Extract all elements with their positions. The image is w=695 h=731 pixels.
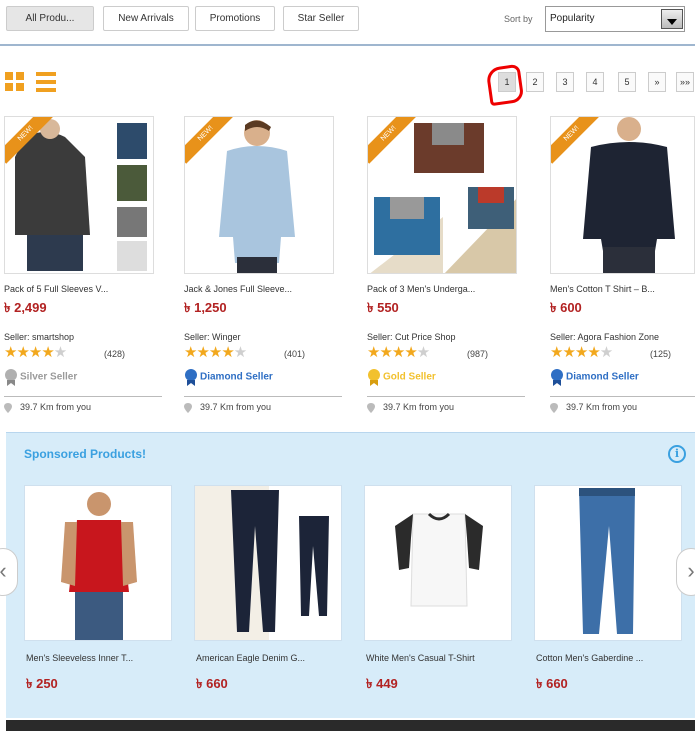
page-4-button[interactable]: 4	[586, 72, 604, 92]
distance: 39.7 Km from you	[550, 402, 637, 413]
next-page-button[interactable]: »	[648, 72, 666, 92]
seller-name[interactable]: Seller: smartshop	[4, 332, 74, 342]
rating-count: (428)	[104, 349, 126, 359]
seller-tier-label: Diamond Seller	[200, 371, 273, 383]
distance-label: 39.7 Km from you	[20, 402, 92, 412]
product-image[interactable]	[24, 485, 172, 641]
star-rating: ★★★★★	[367, 344, 430, 361]
location-pin-icon	[367, 402, 375, 413]
last-page-button[interactable]: »»	[676, 72, 694, 92]
product-card[interactable]: NEW! Men's Cotton T Shirt – B... ৳ 600 S…	[550, 116, 695, 426]
product-price: ৳ 660	[536, 676, 568, 691]
distance-label: 39.7 Km from you	[383, 402, 455, 412]
product-name[interactable]: White Men's Casual T-Shirt	[366, 653, 516, 663]
diamond-medal-icon	[185, 369, 197, 386]
seller-tier-label: Silver Seller	[20, 371, 78, 383]
seller-tier-badge: Diamond Seller	[184, 368, 273, 388]
filter-promotions-button[interactable]: Promotions	[195, 6, 275, 31]
silver-medal-icon	[5, 369, 17, 386]
chevron-down-icon[interactable]	[661, 9, 683, 29]
sponsored-product-card[interactable]: Cotton Men's Gaberdine ... ৳ 660	[534, 485, 682, 705]
seller-name[interactable]: Seller: Winger	[184, 332, 241, 342]
distance-label: 39.7 Km from you	[200, 402, 272, 412]
rating-count: (125)	[650, 349, 672, 359]
carousel-prev-icon[interactable]: ‹	[0, 548, 18, 596]
distance: 39.7 Km from you	[184, 402, 271, 413]
sort-select-value: Popularity	[550, 13, 595, 24]
page-2-button[interactable]: 2	[526, 72, 544, 92]
product-card[interactable]: NEW! Pack of 5 Full Sleeves V... ৳ 2,499…	[4, 116, 164, 426]
star-rating: ★★★★★	[184, 344, 247, 361]
product-image[interactable]	[534, 485, 682, 641]
sponsored-product-card[interactable]: White Men's Casual T-Shirt ৳ 449	[364, 485, 512, 705]
card-divider	[184, 396, 342, 397]
card-divider	[367, 396, 525, 397]
product-price: ৳ 250	[26, 676, 58, 691]
product-image[interactable]	[364, 485, 512, 641]
product-price: ৳ 2,499	[4, 300, 47, 315]
page-5-button[interactable]: 5	[618, 72, 636, 92]
annotation-circle	[485, 63, 525, 107]
location-pin-icon	[4, 402, 12, 413]
pagination: 1 2 3 4 5 » »»	[0, 72, 695, 92]
seller-tier-badge: Diamond Seller	[550, 368, 639, 388]
product-name[interactable]: Cotton Men's Gaberdine ...	[536, 653, 686, 663]
product-image[interactable]: NEW!	[184, 116, 334, 274]
card-divider	[550, 396, 695, 397]
distance: 39.7 Km from you	[4, 402, 91, 413]
sort-select[interactable]: Popularity	[545, 6, 685, 32]
product-price: ৳ 550	[367, 300, 399, 315]
sponsored-products-section: Sponsored Products! i Men's Sleeveless I…	[6, 432, 695, 718]
product-price: ৳ 449	[366, 676, 398, 691]
product-name[interactable]: Men's Sleeveless Inner T...	[26, 653, 176, 663]
location-pin-icon	[550, 402, 558, 413]
product-image[interactable]	[194, 485, 342, 641]
product-name[interactable]: American Eagle Denim G...	[196, 653, 346, 663]
product-image[interactable]: NEW!	[367, 116, 517, 274]
seller-tier-badge: Silver Seller	[4, 368, 77, 388]
star-rating: ★★★★★	[550, 344, 613, 361]
sponsored-product-card[interactable]: American Eagle Denim G... ৳ 660	[194, 485, 342, 705]
sort-by-label: Sort by	[504, 14, 533, 24]
product-price: ৳ 1,250	[184, 300, 227, 315]
sponsored-title: Sponsored Products!	[24, 447, 147, 461]
filter-new-arrivals-button[interactable]: New Arrivals	[103, 6, 189, 31]
product-name[interactable]: Pack of 3 Men's Underga...	[367, 284, 525, 294]
product-card[interactable]: NEW! Jack & Jones Full Sleeve... ৳ 1,250…	[184, 116, 344, 426]
page-3-button[interactable]: 3	[556, 72, 574, 92]
product-price: ৳ 660	[196, 676, 228, 691]
info-icon[interactable]: i	[668, 445, 686, 463]
distance-label: 39.7 Km from you	[566, 402, 638, 412]
card-divider	[4, 396, 162, 397]
carousel-next-icon[interactable]: ›	[676, 548, 695, 596]
filter-star-seller-button[interactable]: Star Seller	[283, 6, 359, 31]
filter-bar: All Produ... New Arrivals Promotions Sta…	[0, 0, 695, 46]
diamond-medal-icon	[551, 369, 563, 386]
seller-tier-badge: Gold Seller	[367, 368, 436, 388]
product-name[interactable]: Pack of 5 Full Sleeves V...	[4, 284, 162, 294]
star-rating: ★★★★★	[4, 344, 67, 361]
rating-count: (987)	[467, 349, 489, 359]
location-pin-icon	[184, 402, 192, 413]
gold-medal-icon	[368, 369, 380, 386]
product-image[interactable]: NEW!	[4, 116, 154, 274]
product-image[interactable]: NEW!	[550, 116, 695, 274]
distance: 39.7 Km from you	[367, 402, 454, 413]
product-name[interactable]: Jack & Jones Full Sleeve...	[184, 284, 342, 294]
seller-name[interactable]: Seller: Cut Price Shop	[367, 332, 456, 342]
seller-name[interactable]: Seller: Agora Fashion Zone	[550, 332, 659, 342]
sponsored-product-card[interactable]: Men's Sleeveless Inner T... ৳ 250	[24, 485, 172, 705]
product-card[interactable]: NEW! Pack of 3 Men's Underga... ৳ 550 Se…	[367, 116, 527, 426]
footer-bar	[6, 720, 695, 731]
product-name[interactable]: Men's Cotton T Shirt – B...	[550, 284, 695, 294]
rating-count: (401)	[284, 349, 306, 359]
product-price: ৳ 600	[550, 300, 582, 315]
filter-all-products-button[interactable]: All Produ...	[6, 6, 94, 31]
seller-tier-label: Diamond Seller	[566, 371, 639, 383]
seller-tier-label: Gold Seller	[383, 371, 436, 383]
